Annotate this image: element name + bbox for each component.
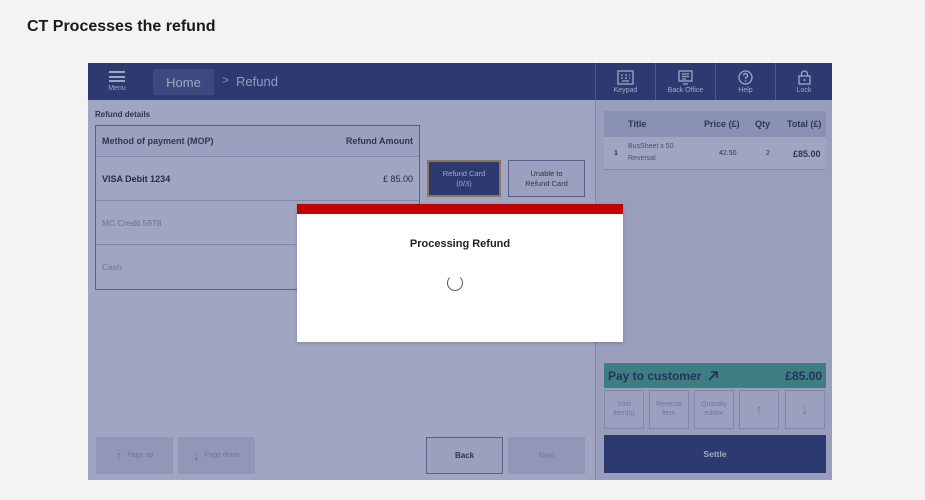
modal-title: Processing Refund [409, 238, 511, 250]
loading-spinner-icon [447, 275, 463, 291]
page-caption: CT Processes the refund [27, 18, 216, 35]
pos-app-window: Menu Home > Refund Keypad Back Office He… [88, 63, 832, 480]
modal-accent-bar [297, 204, 623, 214]
processing-modal: Processing Refund [297, 204, 623, 342]
